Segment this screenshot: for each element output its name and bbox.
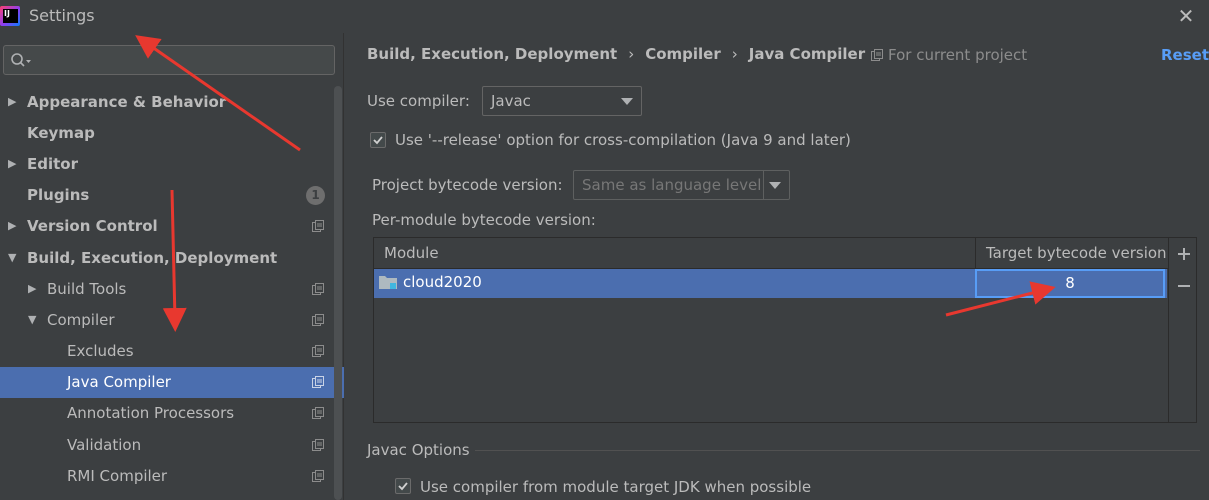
combo-separator [763, 171, 764, 199]
sidebar-item-label: Validation [67, 435, 142, 454]
breadcrumb: Build, Execution, Deployment › Compiler … [367, 45, 865, 63]
checkmark-icon [398, 482, 408, 491]
project-scope-icon [312, 469, 324, 482]
module-name: cloud2020 [403, 273, 482, 291]
sidebar-item-label: Editor [27, 154, 78, 173]
search-icon [11, 53, 31, 67]
project-scope-icon [312, 313, 324, 326]
breadcrumb-item: Compiler [645, 45, 721, 63]
module-cell[interactable]: cloud2020 [378, 273, 482, 291]
close-icon[interactable]: ✕ [1175, 5, 1197, 27]
sidebar-item-label: Build, Execution, Deployment [27, 248, 278, 267]
table-toolbar [1168, 238, 1197, 422]
sidebar-item-label: RMI Compiler [67, 466, 168, 485]
per-module-bytecode-label: Per-module bytecode version: [372, 211, 596, 229]
use-compiler-select[interactable]: Javac [482, 86, 642, 116]
project-bytecode-label: Project bytecode version: [372, 176, 563, 194]
sidebar-item-label: Keymap [27, 123, 95, 142]
search-input[interactable] [3, 45, 335, 75]
sidebar-item-java-compiler[interactable]: Java Compiler [0, 366, 344, 398]
breadcrumb-separator: › [731, 45, 738, 63]
window-title: Settings [29, 6, 95, 25]
sidebar-item-rmi-compiler[interactable]: RMI Compiler [0, 460, 344, 491]
sidebar-item-build-execution-deployment[interactable]: ▼ Build, Execution, Deployment [0, 242, 344, 273]
breadcrumb-item: Java Compiler [748, 45, 866, 63]
chevron-down-icon [769, 182, 781, 189]
per-module-bytecode-table: Module Target bytecode version cloud2020… [373, 237, 1197, 423]
project-scope-icon [312, 376, 324, 389]
use-target-jdk-label[interactable]: Use compiler from module target JDK when… [420, 478, 811, 496]
sidebar-item-label: Annotation Processors [67, 404, 235, 423]
use-compiler-label: Use compiler: [367, 92, 470, 110]
intellij-logo-icon [0, 6, 20, 26]
breadcrumb-item: Build, Execution, Deployment [367, 45, 618, 63]
sidebar-item-label: Excludes [67, 342, 134, 361]
sidebar-item-label: Plugins [27, 186, 90, 205]
sidebar-item-label: Build Tools [47, 279, 127, 298]
remove-icon[interactable] [1176, 278, 1192, 294]
chevron-right-icon[interactable]: ▶ [8, 220, 20, 232]
chevron-down-icon [621, 98, 633, 105]
sidebar-item-label: Version Control [27, 217, 158, 236]
project-bytecode-value: Same as language level [582, 176, 762, 194]
sidebar-item-label: Appearance & Behavior [27, 92, 227, 111]
add-icon[interactable] [1176, 246, 1192, 262]
project-scope-icon [312, 282, 324, 295]
breadcrumb-separator: › [628, 45, 635, 63]
sidebar-item-annotation-processors[interactable]: Annotation Processors [0, 398, 344, 429]
sidebar-item-appearance-behavior[interactable]: ▶ Appearance & Behavior [0, 86, 344, 117]
javac-options-heading: Javac Options [367, 441, 470, 459]
chevron-right-icon[interactable]: ▶ [28, 282, 40, 295]
settings-tree: ▶ Appearance & Behavior Keymap ▶ Editor … [0, 86, 344, 491]
sidebar-item-label: Compiler [47, 310, 115, 329]
table-row[interactable]: cloud2020 8 [374, 269, 1167, 298]
project-scope-icon [312, 345, 324, 358]
title-bar: Settings ✕ [0, 0, 1209, 33]
use-compiler-value: Javac [491, 92, 531, 110]
chevron-down-icon[interactable]: ▼ [8, 251, 20, 264]
use-target-jdk-checkbox[interactable] [395, 478, 411, 494]
for-current-project-note: For current project [871, 46, 1027, 64]
sidebar-item-editor[interactable]: ▶ Editor [0, 148, 344, 179]
sidebar-item-validation[interactable]: Validation [0, 429, 344, 460]
checkmark-icon [373, 136, 383, 145]
section-divider [475, 450, 1200, 451]
reset-link[interactable]: Reset [1161, 46, 1209, 64]
project-scope-icon [312, 438, 324, 451]
column-header-module[interactable]: Module [374, 238, 975, 269]
settings-sidebar: ▶ Appearance & Behavior Keymap ▶ Editor … [0, 33, 344, 500]
for-current-project-label: For current project [888, 46, 1028, 64]
sidebar-item-excludes[interactable]: Excludes [0, 336, 344, 367]
release-option-label[interactable]: Use '--release' option for cross-compila… [395, 131, 851, 149]
project-scope-icon [312, 220, 324, 233]
sidebar-item-keymap[interactable]: Keymap [0, 117, 344, 148]
chevron-right-icon[interactable]: ▶ [8, 95, 20, 108]
sidebar-scrollbar-thumb[interactable] [334, 86, 342, 500]
sidebar-item-build-tools[interactable]: ▶ Build Tools [0, 273, 344, 304]
sidebar-item-compiler[interactable]: ▼ Compiler [0, 304, 344, 335]
column-header-target-bytecode[interactable]: Target bytecode version [975, 238, 1168, 269]
chevron-right-icon[interactable]: ▶ [8, 157, 20, 170]
chevron-down-icon[interactable]: ▼ [28, 313, 40, 326]
sidebar-scrollbar[interactable] [332, 86, 344, 500]
sidebar-item-label: Java Compiler [67, 373, 171, 392]
project-bytecode-select[interactable]: Same as language level [573, 170, 790, 200]
target-bytecode-cell[interactable]: 8 [975, 269, 1165, 298]
project-scope-icon [312, 407, 324, 420]
sidebar-item-version-control[interactable]: ▶ Version Control [0, 211, 344, 242]
project-scope-icon [871, 49, 883, 61]
sidebar-item-plugins[interactable]: Plugins 1 [0, 180, 344, 211]
module-folder-icon [379, 276, 397, 289]
release-option-checkbox[interactable] [370, 132, 386, 148]
java-compiler-settings-panel: Build, Execution, Deployment › Compiler … [345, 33, 1209, 500]
plugins-update-badge: 1 [306, 185, 325, 205]
